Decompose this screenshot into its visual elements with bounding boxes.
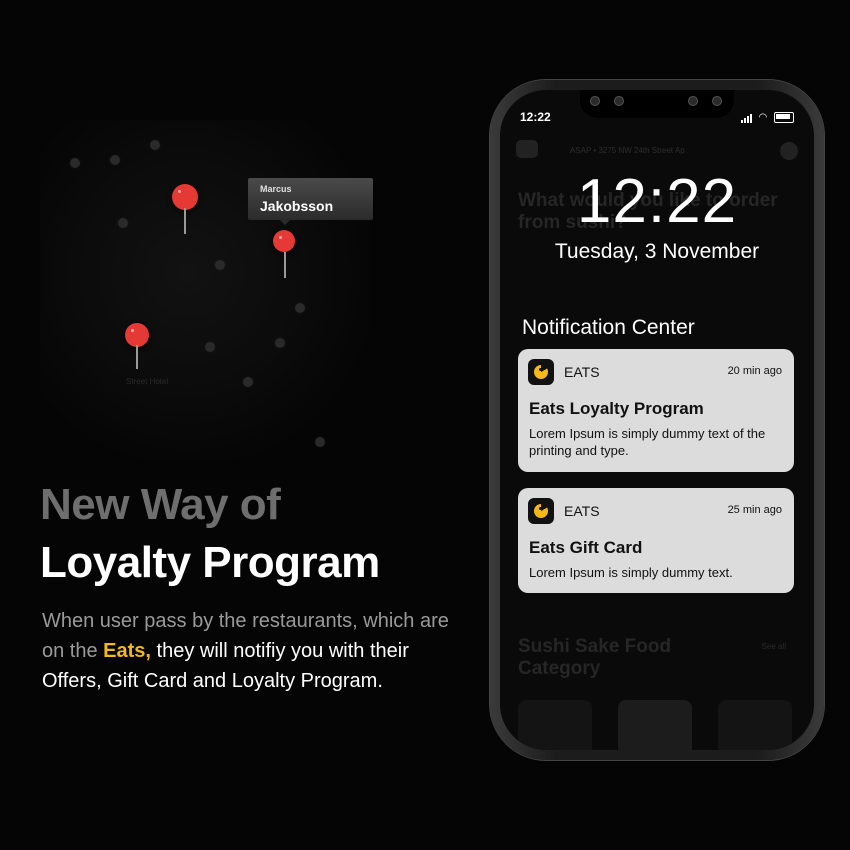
map-dot bbox=[118, 218, 128, 228]
headline-line2: Loyalty Program bbox=[40, 538, 380, 587]
eats-app-icon bbox=[528, 498, 554, 524]
map-dot bbox=[70, 158, 80, 168]
status-icons: ◠ bbox=[740, 112, 794, 124]
notification-app-name: EATS bbox=[564, 503, 600, 519]
map-dot bbox=[150, 140, 160, 150]
notification-card[interactable]: EATS 20 min ago Eats Loyalty Program Lor… bbox=[518, 349, 794, 472]
wifi-icon: ◠ bbox=[758, 112, 768, 124]
status-time: 12:22 bbox=[520, 110, 551, 124]
map-dot bbox=[275, 338, 285, 348]
map-pin[interactable] bbox=[125, 323, 153, 373]
background-category: Sushi Sake Food Category bbox=[518, 636, 672, 679]
menu-icon bbox=[516, 140, 538, 158]
notification-card[interactable]: EATS 25 min ago Eats Gift Card Lorem Ips… bbox=[518, 488, 794, 593]
background-address: ASAP • 3275 NW 24th Street Ap bbox=[570, 146, 685, 155]
map-dot bbox=[243, 377, 253, 387]
notification-body: Lorem Ipsum is simply dummy text. bbox=[529, 565, 733, 580]
map: Street Hotel bbox=[40, 120, 370, 460]
headline-line1: New Way of bbox=[40, 480, 281, 529]
camera-icon bbox=[712, 96, 722, 106]
lock-screen-date: Tuesday, 3 November bbox=[554, 240, 760, 263]
battery-icon bbox=[774, 112, 794, 123]
notification-time: 20 min ago bbox=[727, 365, 782, 377]
description: When user pass by the restaurants, which… bbox=[42, 606, 462, 696]
map-dot bbox=[205, 342, 215, 352]
eats-app-icon bbox=[528, 359, 554, 385]
avatar bbox=[780, 142, 798, 160]
food-image bbox=[518, 700, 592, 750]
camera-icon bbox=[614, 96, 624, 106]
camera-icon bbox=[688, 96, 698, 106]
background-see-all: See all bbox=[761, 642, 786, 651]
map-pin[interactable] bbox=[273, 230, 301, 280]
notification-title: Eats Gift Card bbox=[529, 538, 643, 557]
notification-time: 25 min ago bbox=[727, 504, 782, 516]
map-label: Street Hotel bbox=[126, 377, 169, 386]
tooltip-arrow bbox=[280, 220, 290, 225]
phone-notch bbox=[580, 90, 734, 118]
map-pin[interactable] bbox=[172, 184, 200, 234]
phone-screen: ASAP • 3275 NW 24th Street Ap What would… bbox=[500, 90, 814, 750]
map-dot bbox=[215, 260, 225, 270]
description-highlight: Eats, bbox=[103, 640, 151, 662]
notification-title: Eats Loyalty Program bbox=[529, 399, 704, 418]
notification-center-title: Notification Center bbox=[522, 316, 695, 339]
tooltip-first-name: Marcus bbox=[260, 184, 292, 194]
notification-body: Lorem Ipsum is simply dummy text of the … bbox=[529, 426, 766, 458]
map-user-tooltip[interactable]: Marcus Jakobsson bbox=[248, 178, 373, 220]
tooltip-last-name: Jakobsson bbox=[260, 198, 334, 214]
camera-icon bbox=[590, 96, 600, 106]
notification-app-name: EATS bbox=[564, 364, 600, 380]
signal-icon bbox=[740, 112, 753, 123]
map-dot bbox=[110, 155, 120, 165]
food-image bbox=[718, 700, 792, 750]
lock-screen-time: 12:22 bbox=[576, 167, 738, 236]
food-image bbox=[618, 700, 692, 750]
map-dot bbox=[295, 303, 305, 313]
phone-frame: ASAP • 3275 NW 24th Street Ap What would… bbox=[490, 80, 824, 760]
map-dot bbox=[315, 437, 325, 447]
